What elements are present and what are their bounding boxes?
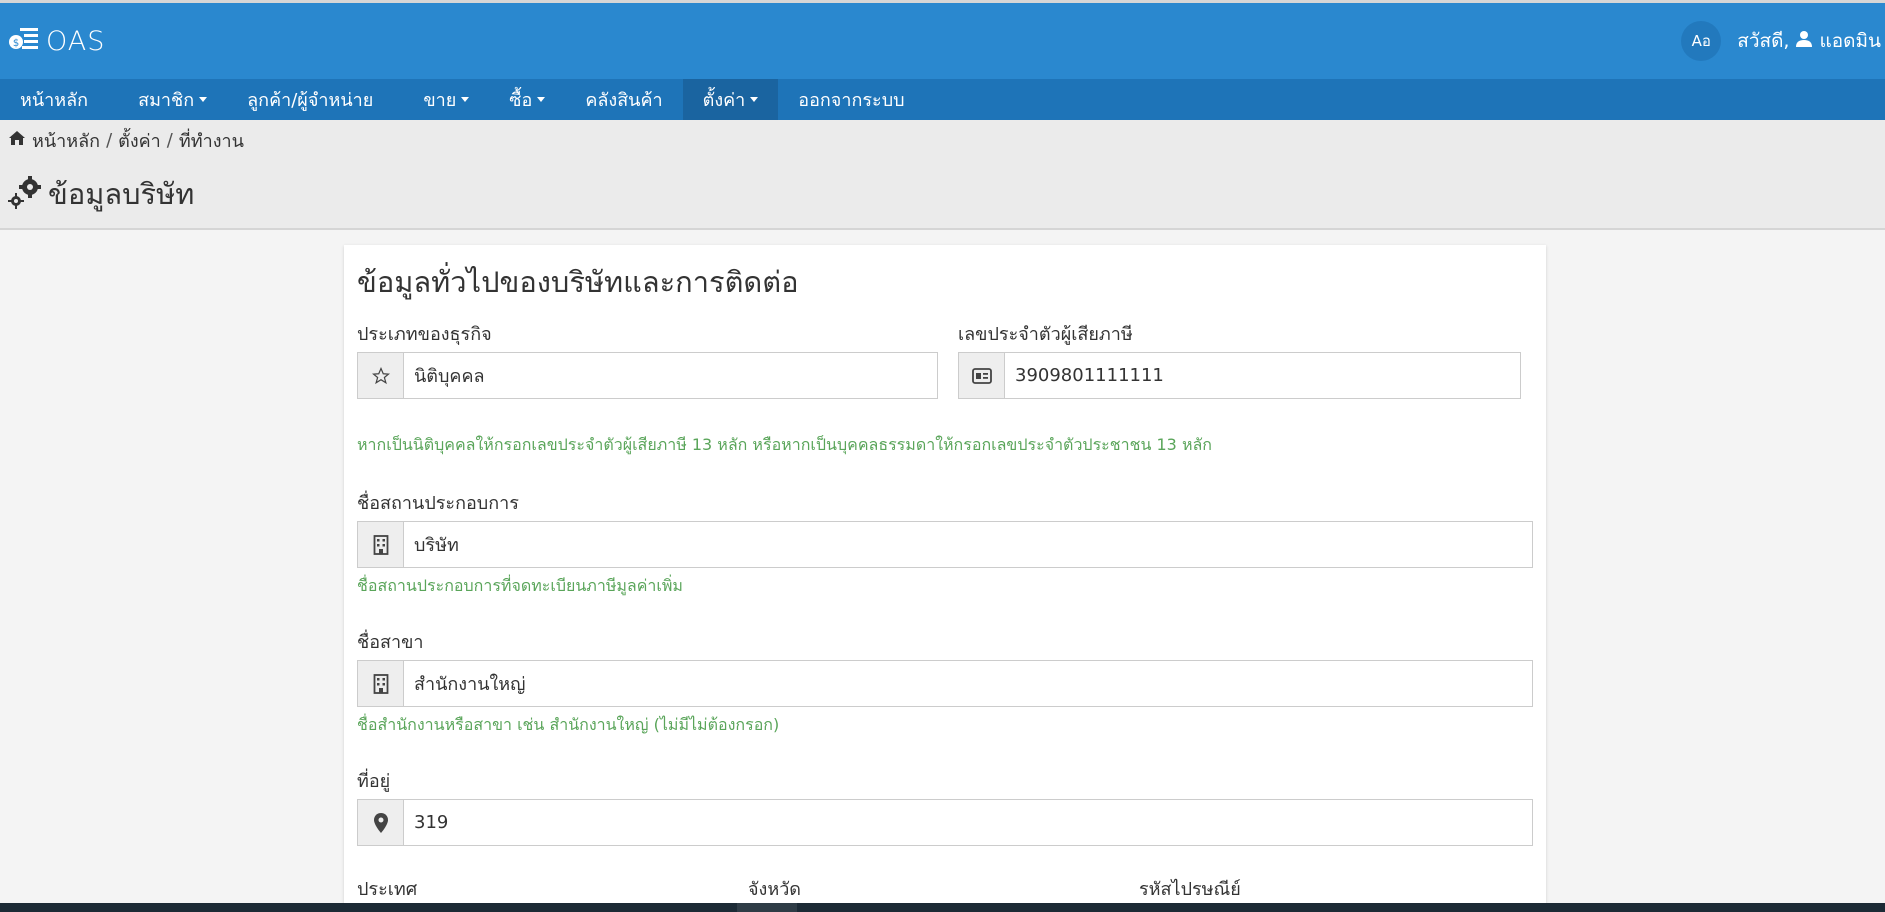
gears-icon <box>8 175 42 213</box>
main-navbar: หน้าหลัก สมาชิก ลูกค้า/ผู้จำหน่าย ขาย ซื… <box>0 79 1885 120</box>
svg-text:$: $ <box>13 38 19 49</box>
nav-settings-label: ตั้งค่า <box>702 90 746 111</box>
country-label: ประเทศ <box>357 879 418 900</box>
nav-members[interactable]: สมาชิก <box>118 79 227 120</box>
business-type-field: ประเภทของธุรกิจ <box>357 319 938 399</box>
tax-id-help: หากเป็นนิติบุคคลให้กรอกเลขประจำตัวผู้เสี… <box>357 435 1212 454</box>
language-button[interactable]: Aอ <box>1681 21 1722 61</box>
page-header: ข้อมูลบริษัท <box>0 160 1885 230</box>
taskbar-strip <box>0 903 1885 912</box>
branch-name-help: ชื่อสำนักงานหรือสาขา เช่น สำนักงานใหญ่ (… <box>357 715 780 734</box>
company-info-card: ข้อมูลทั่วไปของบริษัทและการติดต่อ ประเภท… <box>344 245 1546 912</box>
nav-sales-label: ขาย <box>423 90 457 111</box>
business-type-input[interactable] <box>404 353 937 398</box>
section-title: ข้อมูลทั่วไปของบริษัทและการติดต่อ <box>357 265 799 299</box>
user-name: แอดมิน <box>1819 30 1881 52</box>
translate-icon: Aอ <box>1691 32 1711 50</box>
caret-down-icon <box>461 97 470 102</box>
address-label: ที่อยู่ <box>357 771 391 792</box>
business-type-group <box>357 352 938 399</box>
brand[interactable]: $ OAS <box>8 26 105 57</box>
id-card-icon <box>959 353 1005 398</box>
caret-down-icon <box>537 97 546 102</box>
company-name-input[interactable] <box>404 522 1532 567</box>
nav-customers-label: ลูกค้า/ผู้จำหน่าย <box>247 90 374 111</box>
company-name-field: ชื่อสถานประกอบการ ชื่อสถานประกอบการที่จด… <box>357 488 1533 599</box>
company-name-label: ชื่อสถานประกอบการ <box>357 493 519 514</box>
nav-purchase[interactable]: ซื้อ <box>489 79 565 120</box>
company-name-group <box>357 521 1533 568</box>
branch-name-field: ชื่อสาขา ชื่อสำนักงานหรือสาขา เช่น สำนัก… <box>357 627 1533 738</box>
breadcrumb-current: ที่ทำงาน <box>178 130 244 152</box>
caret-down-icon <box>750 97 759 102</box>
star-icon <box>358 353 404 398</box>
business-type-label: ประเภทของธุรกิจ <box>357 324 492 345</box>
breadcrumb-separator: / <box>106 129 113 151</box>
address-input[interactable] <box>404 800 1532 845</box>
tax-id-field: เลขประจำตัวผู้เสียภาษี <box>958 319 1521 399</box>
caret-down-icon <box>199 97 208 102</box>
branch-name-label: ชื่อสาขา <box>357 632 424 653</box>
tax-id-input[interactable] <box>1005 353 1520 398</box>
user-icon <box>1795 30 1813 53</box>
nav-members-label: สมาชิก <box>138 90 195 111</box>
nav-inventory[interactable]: คลังสินค้า <box>565 79 682 120</box>
breadcrumb: หน้าหลัก / ตั้งค่า / ที่ทำงาน <box>0 120 1885 160</box>
nav-home[interactable]: หน้าหลัก <box>0 79 108 120</box>
breadcrumb-settings[interactable]: ตั้งค่า <box>118 126 161 155</box>
money-list-icon: $ <box>8 26 40 56</box>
greeting-text: สวัสดี, <box>1737 30 1790 52</box>
user-menu[interactable]: สวัสดี, แอดมิน <box>1737 26 1881 56</box>
nav-settings[interactable]: ตั้งค่า <box>682 79 779 120</box>
branch-name-group <box>357 660 1533 707</box>
content-area: ข้อมูลทั่วไปของบริษัทและการติดต่อ ประเภท… <box>0 230 1885 912</box>
home-icon <box>8 130 26 151</box>
address-field: ที่อยู่ <box>357 766 1533 846</box>
nav-logout[interactable]: ออกจากระบบ <box>778 79 924 120</box>
nav-logout-label: ออกจากระบบ <box>798 90 905 111</box>
nav-purchase-label: ซื้อ <box>509 90 533 111</box>
company-name-help: ชื่อสถานประกอบการที่จดทะเบียนภาษีมูลค่าเ… <box>357 576 683 595</box>
app-title: OAS <box>46 25 106 57</box>
province-label: จังหวัด <box>748 879 801 900</box>
nav-customers[interactable]: ลูกค้า/ผู้จำหน่าย <box>227 79 393 120</box>
nav-inventory-label: คลังสินค้า <box>585 90 663 111</box>
app-header: $ OAS Aอ สวัสดี, แอดมิน <box>0 3 1885 79</box>
breadcrumb-separator: / <box>166 129 173 151</box>
branch-name-input[interactable] <box>404 661 1532 706</box>
page-title: ข้อมูลบริษัท <box>48 177 195 211</box>
nav-sales[interactable]: ขาย <box>403 79 489 120</box>
tax-id-group <box>958 352 1521 399</box>
tax-id-label: เลขประจำตัวผู้เสียภาษี <box>958 324 1133 345</box>
building-icon <box>358 661 404 706</box>
breadcrumb-home[interactable]: หน้าหลัก <box>32 126 100 155</box>
building-icon <box>358 522 404 567</box>
nav-home-label: หน้าหลัก <box>20 90 89 111</box>
map-marker-icon <box>358 800 404 845</box>
address-group <box>357 799 1533 846</box>
postal-code-label: รหัสไปรษณีย์ <box>1139 879 1241 900</box>
taskbar-item <box>737 903 797 912</box>
